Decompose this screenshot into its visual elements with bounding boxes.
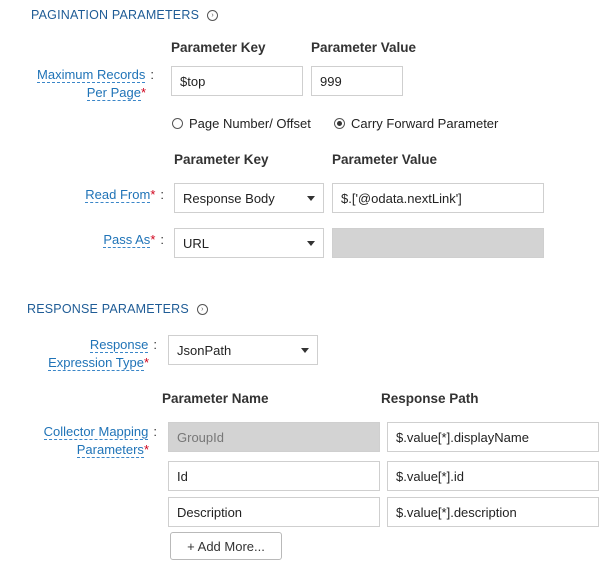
response-title-text: RESPONSE PARAMETERS <box>27 302 189 316</box>
radio-carry-forward-circle[interactable] <box>334 118 345 129</box>
radio-carry-forward-label: Carry Forward Parameter <box>351 116 499 131</box>
pagination-section-title: PAGINATION PARAMETERS › <box>31 8 219 22</box>
pass-as-select[interactable]: URL <box>174 228 324 258</box>
expression-type-select[interactable]: JsonPath <box>168 335 318 365</box>
mapping-path-input[interactable]: $.value[*].description <box>387 497 599 527</box>
chevron-down-icon <box>301 347 309 353</box>
col-head-response-path: Response Path <box>381 391 479 406</box>
expression-type-select-value: JsonPath <box>177 342 232 358</box>
max-records-key-input[interactable]: $top <box>171 66 303 96</box>
expression-type-label-line2: Expression Type <box>48 355 144 371</box>
read-from-label-text: Read From <box>85 187 151 203</box>
col-head-parameter-value-2: Parameter Value <box>332 152 438 167</box>
collector-mapping-label: Collector Mapping: Parameters* <box>43 424 157 458</box>
read-from-select[interactable]: Response Body <box>174 183 324 213</box>
expression-type-label: Response: Expression Type* <box>48 337 157 371</box>
response-section-title: RESPONSE PARAMETERS › <box>27 302 208 316</box>
add-more-button[interactable]: + Add More... <box>170 532 282 560</box>
radio-page-offset[interactable]: Page Number/ Offset <box>172 116 311 131</box>
pass-as-select-value: URL <box>183 235 210 251</box>
read-from-select-value: Response Body <box>183 190 275 206</box>
max-records-label-line1: Maximum Records <box>37 67 146 83</box>
mapping-path-input[interactable]: $.value[*].displayName <box>387 422 599 452</box>
mapping-path-input[interactable]: $.value[*].id <box>387 461 599 491</box>
max-records-value-input[interactable]: 999 <box>311 66 403 96</box>
collector-mapping-label-line1: Collector Mapping <box>43 424 149 440</box>
radio-carry-forward[interactable]: Carry Forward Parameter <box>334 116 498 131</box>
col-head-parameter-key-2: Parameter Key <box>174 152 269 167</box>
col-head-parameter-value: Parameter Value <box>311 40 417 55</box>
col-head-parameter-name: Parameter Name <box>162 391 269 406</box>
radio-page-offset-label: Page Number/ Offset <box>189 116 311 131</box>
chevron-down-icon <box>307 195 315 201</box>
mapping-name-input[interactable]: Id <box>168 461 380 491</box>
pagination-title-text: PAGINATION PARAMETERS <box>31 8 200 22</box>
radio-page-offset-circle[interactable] <box>172 118 183 129</box>
info-circle-icon[interactable]: › <box>196 304 208 316</box>
read-from-label: Read From*: <box>85 187 164 203</box>
pass-as-label-text: Pass As <box>103 232 151 248</box>
expression-type-label-line1: Response <box>89 337 149 353</box>
max-records-label: Maximum Records: Per Page* <box>37 67 154 101</box>
info-circle-icon[interactable]: › <box>207 10 219 22</box>
collector-mapping-label-line2: Parameters <box>76 442 144 458</box>
chevron-down-icon <box>307 240 315 246</box>
mapping-name-input: GroupId <box>168 422 380 452</box>
col-head-parameter-key: Parameter Key <box>171 40 266 55</box>
read-from-value-input[interactable]: $.['@odata.nextLink'] <box>332 183 544 213</box>
mapping-name-input[interactable]: Description <box>168 497 380 527</box>
pass-as-value-input <box>332 228 544 258</box>
pass-as-label: Pass As*: <box>103 232 164 248</box>
max-records-label-line2: Per Page <box>86 85 141 101</box>
